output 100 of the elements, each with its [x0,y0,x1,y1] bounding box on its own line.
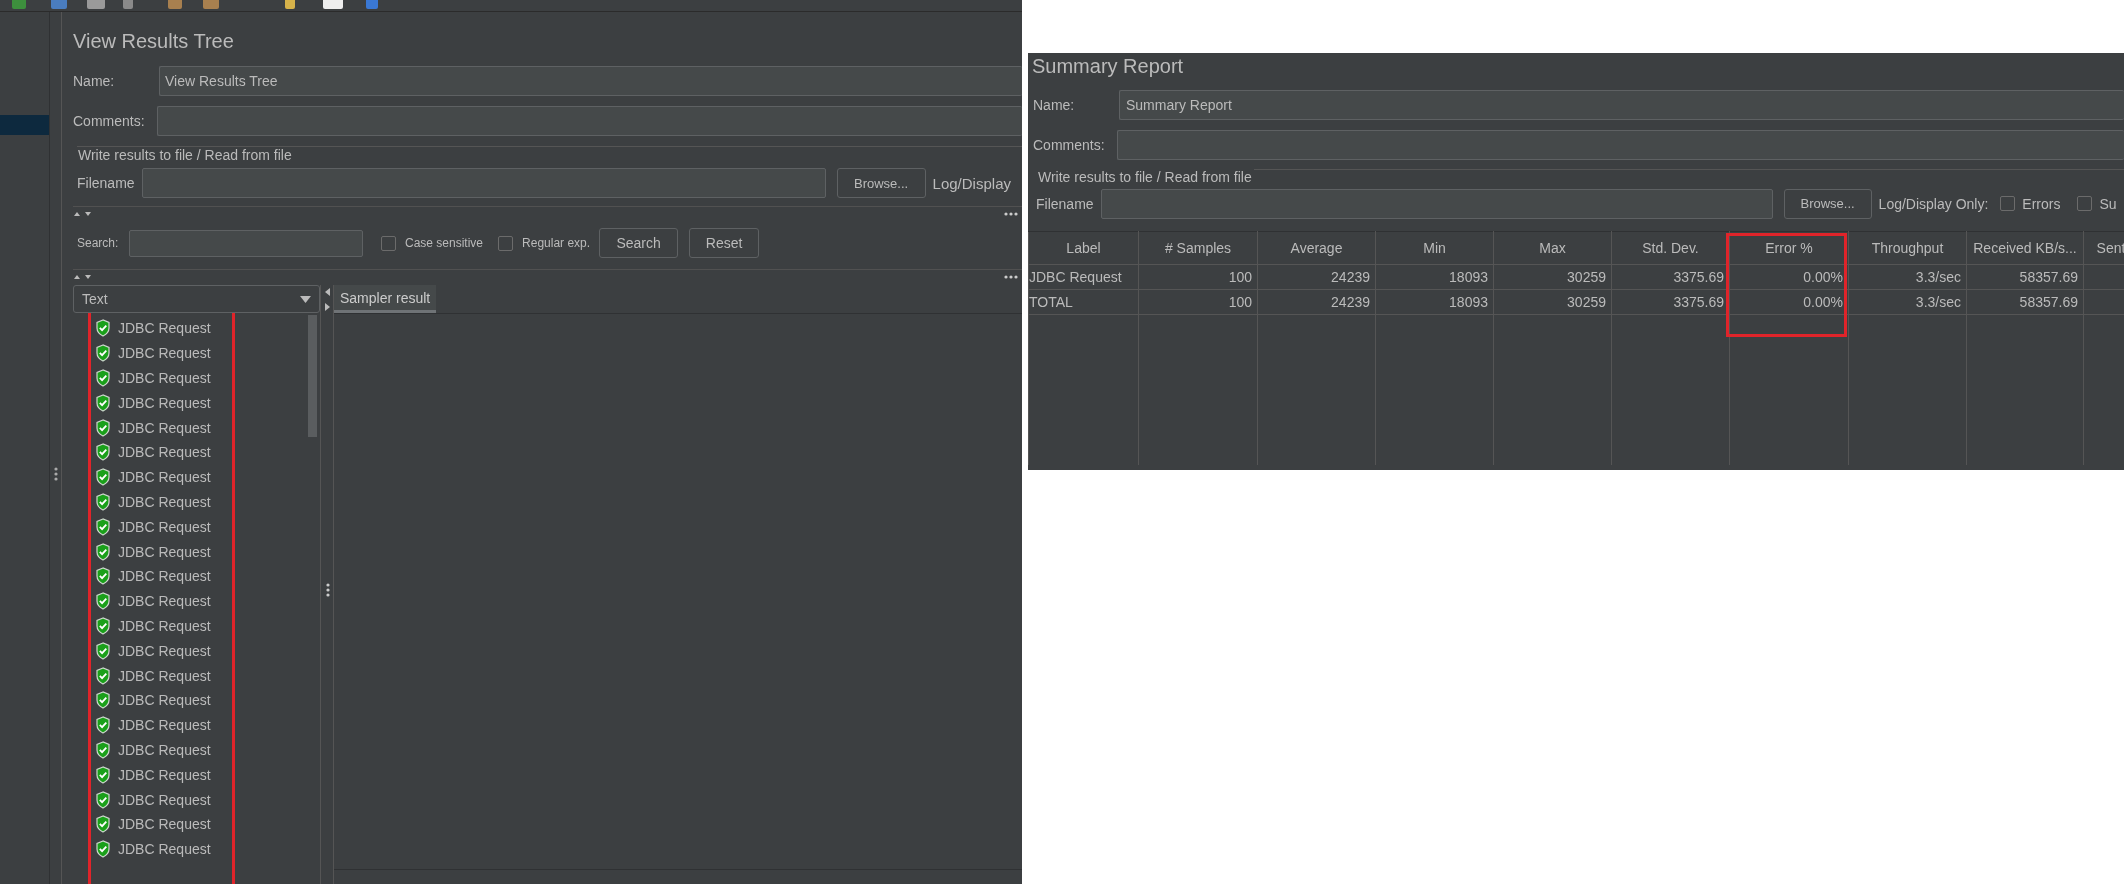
column-header[interactable]: Label [1028,231,1139,265]
column-header[interactable]: Std. Dev. [1611,231,1730,265]
result-item[interactable]: JDBC Request [95,489,211,515]
table-cell: 30259 [1493,289,1612,315]
table-cell: 100 [1138,289,1258,315]
table-cell: 24239 [1257,264,1376,290]
collapse-arrows-icon[interactable] [73,210,93,217]
name-field[interactable]: View Results Tree [159,66,1022,96]
table-cell: JDBC Request [1028,264,1139,290]
result-item[interactable]: JDBC Request [95,687,211,713]
result-item[interactable]: JDBC Request [95,787,211,812]
result-item[interactable]: JDBC Request [95,836,211,862]
column-header[interactable]: Average [1257,231,1376,265]
dropdown-caret-icon [300,295,311,303]
splitter-handle-icon[interactable] [1004,274,1018,279]
name-field[interactable]: Summary Report [1119,90,2124,120]
field-label: Name: [1033,97,1076,113]
result-item[interactable]: JDBC Request [95,415,211,440]
result-item[interactable]: JDBC Request [95,440,211,465]
shield-check-icon [95,840,111,859]
shield-check-icon [95,319,111,338]
shield-check-icon [95,418,111,437]
table-cell: 30259 [1493,264,1612,290]
shield-check-icon [95,691,111,710]
result-item[interactable]: JDBC Request [95,638,211,664]
shield-check-icon [95,592,111,611]
column-header[interactable]: Received KB/s... [1966,231,2084,265]
tab[interactable]: Sampler result [334,285,437,313]
result-item[interactable]: JDBC Request [95,737,211,763]
result-item[interactable]: JDBC Request [95,762,211,788]
result-item[interactable]: JDBC Request [95,340,211,366]
table-cell: 18093 [1375,289,1494,315]
checkbox-label[interactable]: Case sensitive [405,236,484,250]
table-cell: 3375.69 [1611,264,1730,290]
result-item[interactable]: JDBC Request [95,588,211,614]
result-item[interactable]: JDBC Request [95,464,211,490]
column-header[interactable]: Min [1375,231,1494,265]
shield-check-icon [95,666,111,685]
column-header[interactable]: # Samples [1138,231,1258,265]
shield-check-icon [95,492,111,511]
result-item[interactable]: JDBC Request [95,563,211,589]
column-header[interactable]: Throughput [1848,231,1967,265]
table-cell: 58357.69 [1966,289,2084,315]
splitter-handle-icon[interactable] [1004,211,1018,216]
checkbox-label[interactable]: Regular exp. [522,236,591,250]
result-item[interactable]: JDBC Request [95,316,211,341]
field-label: Comments: [1033,137,1106,153]
comments-field[interactable] [1117,130,2124,160]
shield-check-icon [95,517,111,536]
search-field[interactable] [129,229,363,257]
browse-button[interactable]: Browse... [836,168,926,198]
shield-check-icon [95,542,111,561]
filename-field[interactable] [1100,188,1773,219]
shield-check-icon [95,393,111,412]
result-item[interactable]: JDBC Request [95,390,211,416]
field-label: Log/Display [932,174,1011,192]
action-button[interactable]: Reset [689,228,760,258]
result-item[interactable]: JDBC Request [95,811,211,837]
toolbar-icon[interactable] [322,0,343,9]
table-cell: TOTAL [1028,289,1139,315]
table-cell: 3375.69 [1611,289,1730,315]
action-button[interactable]: Search [599,228,679,258]
panel-title: View Results Tree [73,30,234,54]
result-item[interactable]: JDBC Request [95,663,211,688]
field-label: Filename [1036,195,1094,212]
splitter-handle-icon[interactable] [54,467,58,481]
collapse-arrows-icon[interactable] [73,273,93,280]
table-cell: 0.00% [1729,264,1849,290]
table-cell: 3.3/sec [1848,289,1967,315]
checkbox[interactable] [498,235,514,251]
field-label: Name: [73,73,116,89]
checkbox[interactable] [2000,196,2016,211]
field-label: Log/Display Only: [1878,195,1989,212]
result-item[interactable]: JDBC Request [95,613,211,639]
column-header[interactable]: Max [1493,231,1612,265]
shield-check-icon [95,716,111,735]
splitter-handle-icon[interactable] [326,583,330,597]
browse-button[interactable]: Browse... [1783,188,1872,219]
result-item[interactable]: JDBC Request [95,712,211,738]
scrollbar-thumb[interactable] [308,315,317,437]
shield-check-icon [95,468,111,487]
collapse-arrows-icon[interactable] [324,287,331,313]
table-cell: 58357.69 [1966,264,2084,290]
table-cell: 3.3/sec [1848,264,1967,290]
group-title: Write results to file / Read from file [77,146,294,163]
checkbox-label[interactable]: Errors [2022,195,2061,212]
filename-field[interactable] [141,168,826,198]
shield-check-icon [95,616,111,635]
checkbox-label[interactable]: Su [2099,195,2117,212]
shield-check-icon [95,790,111,809]
tree-selection[interactable] [0,115,49,135]
comments-field[interactable] [157,106,1022,136]
field-label: Comments: [73,113,146,129]
checkbox[interactable] [381,235,396,251]
result-item[interactable]: JDBC Request [95,539,211,564]
checkbox[interactable] [2077,196,2093,211]
renderer-dropdown[interactable]: Text [73,285,320,313]
table-cell: 18093 [1375,264,1494,290]
result-item[interactable]: JDBC Request [95,514,211,540]
result-item[interactable]: JDBC Request [95,365,211,391]
